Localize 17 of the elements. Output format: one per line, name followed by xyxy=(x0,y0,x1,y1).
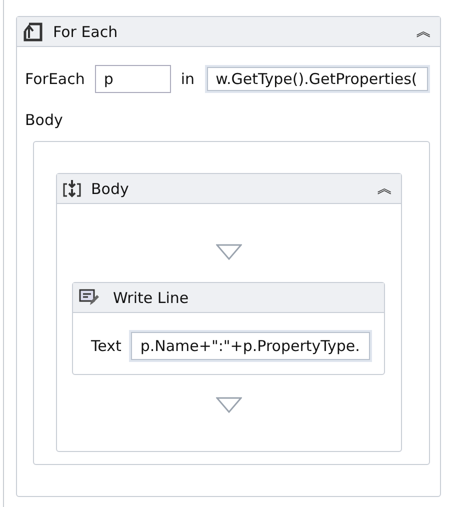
variable-field[interactable]: p xyxy=(94,65,171,93)
expression-field[interactable]: w.GetType().GetProperties( xyxy=(204,65,430,93)
body-label: Body xyxy=(25,111,64,129)
activity-title: Body xyxy=(91,180,130,198)
text-field[interactable]: p.Name+":"+p.PropertyType. xyxy=(129,330,372,362)
drop-target-icon[interactable] xyxy=(216,397,242,413)
foreach-label: ForEach xyxy=(25,70,85,88)
sequence-icon xyxy=(63,178,81,198)
collapse-button[interactable]: ︽ xyxy=(375,178,395,199)
text-label: Text xyxy=(91,337,122,355)
console-pencil-icon xyxy=(79,288,99,306)
activity-title: For Each xyxy=(53,22,119,40)
drop-target-icon[interactable] xyxy=(216,244,242,260)
loop-icon xyxy=(23,22,43,42)
activity-title: Write Line xyxy=(113,288,190,306)
in-label: in xyxy=(180,70,195,88)
collapse-button[interactable]: ︽ xyxy=(414,21,434,42)
